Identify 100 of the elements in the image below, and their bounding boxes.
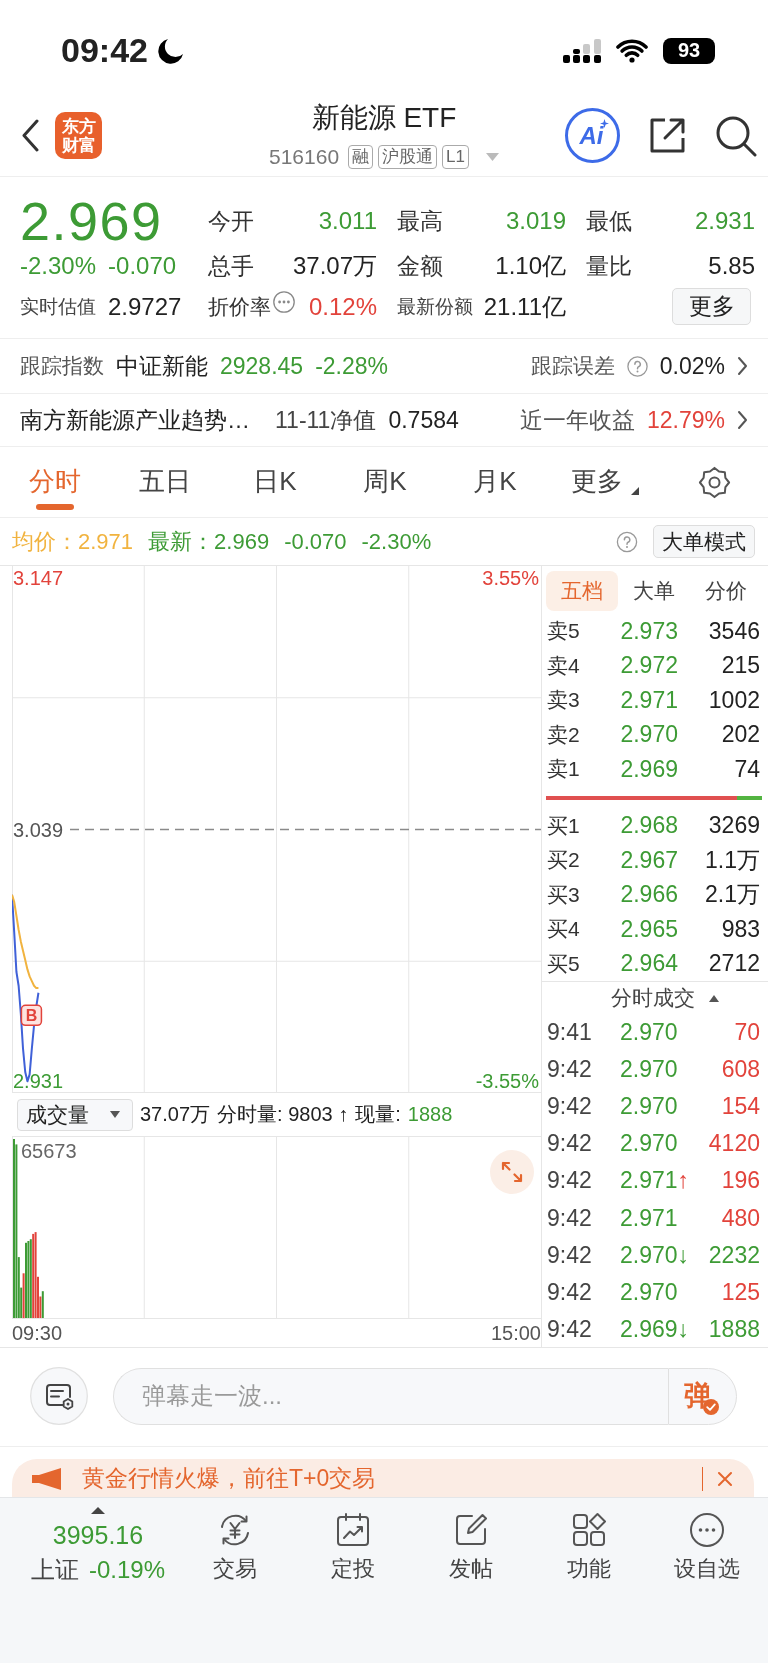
stat-label: 今开 <box>208 206 254 236</box>
chart-tab[interactable]: 日K <box>220 447 330 517</box>
tracking-error-value: 0.02% <box>659 352 725 380</box>
interval-volume: 分时量: 9803 ↑ <box>217 1102 349 1127</box>
fund-name: 南方新能源产业趋势… <box>20 405 250 435</box>
trade-arrow: ↓ <box>677 1241 690 1269</box>
trade-time: 9:42 <box>547 1315 593 1343</box>
more-button[interactable]: 更多 <box>672 288 751 325</box>
grid-icon <box>571 1512 607 1548</box>
ellipsis-circle-icon[interactable] <box>273 290 295 313</box>
order-price: 2.973 <box>619 617 678 645</box>
order-price: 2.964 <box>619 950 678 978</box>
dropdown-triangle-icon <box>631 487 639 495</box>
help-icon[interactable] <box>626 355 648 377</box>
trade-time: 9:42 <box>547 1167 593 1195</box>
chart-tab[interactable]: 月K <box>440 447 550 517</box>
order-level-label: 卖1 <box>547 756 581 783</box>
latest-price-legend: 最新：2.969 <box>148 526 270 557</box>
chart-tab[interactable]: 五日 <box>110 447 220 517</box>
chart-tab[interactable]: 周K <box>330 447 440 517</box>
settings-icon[interactable] <box>698 465 731 499</box>
ai-button[interactable]: Ai <box>565 108 620 163</box>
tracking-index-name: 中证新能 <box>116 351 208 381</box>
order-price: 2.971 <box>619 686 678 714</box>
trades-title: 分时成交 <box>611 985 695 1011</box>
order-volume: 3269 <box>707 812 760 840</box>
order-level-label: 买1 <box>547 812 581 839</box>
app-logo: 东方财富 <box>55 112 102 159</box>
wifi-icon <box>616 38 648 63</box>
trade-price: 2.971 <box>620 1167 678 1195</box>
order-volume: 74 <box>733 755 760 783</box>
latest-change: -0.070 <box>284 528 347 555</box>
nav-label: 发帖 <box>449 1555 493 1583</box>
trade-volume: 608 <box>720 1056 760 1084</box>
document-gear-icon[interactable] <box>30 1367 88 1425</box>
trade-volume: 196 <box>720 1167 760 1195</box>
nav-label: 交易 <box>213 1555 257 1583</box>
chevron-right-icon[interactable] <box>737 356 748 376</box>
nav-item[interactable]: 功能 <box>530 1498 648 1584</box>
order-book-tab[interactable]: 大单 <box>618 571 690 611</box>
order-price: 2.967 <box>619 846 678 874</box>
search-icon[interactable] <box>715 114 757 157</box>
triangle-up-icon[interactable] <box>709 994 719 1002</box>
sparkle-icon <box>600 119 609 128</box>
nav-label: 定投 <box>331 1555 375 1583</box>
nav-item[interactable]: 发帖 <box>412 1498 530 1584</box>
calendar-chart-icon <box>335 1512 371 1548</box>
trade-volume: 1888 <box>707 1315 760 1343</box>
order-level-label: 买5 <box>547 950 581 977</box>
comment-input[interactable]: 弹幕走一波... <box>113 1367 668 1425</box>
close-icon[interactable] <box>702 1467 732 1491</box>
estimate-label: 实时估值 <box>20 294 96 319</box>
stat-value: 3.011 <box>318 207 377 235</box>
index-name: 上证 <box>30 1555 79 1585</box>
order-volume: 2712 <box>707 950 760 978</box>
stat-value: 1.10亿 <box>495 251 566 281</box>
order-book-tab[interactable]: 分价 <box>690 571 762 611</box>
percent-axis-label: -3.55% <box>475 1070 539 1093</box>
order-volume: 3546 <box>707 617 760 645</box>
nav-item[interactable]: 定投 <box>294 1498 412 1584</box>
stock-code: 516160 <box>269 145 340 169</box>
order-level-label: 卖5 <box>547 618 581 645</box>
price-change-percent: -2.30% <box>20 252 97 280</box>
price-axis-label: 3.147 <box>13 566 64 589</box>
current-volume-label: 现量: <box>355 1102 401 1127</box>
help-icon[interactable] <box>616 530 638 553</box>
trade-price: 2.970 <box>620 1056 678 1084</box>
order-price: 2.968 <box>619 812 678 840</box>
dropdown-triangle-icon <box>110 1111 120 1118</box>
status-time: 09:42 <box>61 31 148 70</box>
triangle-up-icon[interactable] <box>91 1507 105 1514</box>
chevron-right-icon[interactable] <box>737 410 748 430</box>
stat-label: 金额 <box>397 251 443 281</box>
order-price: 2.969 <box>619 755 678 783</box>
market-tag: 沪股通 <box>378 145 438 169</box>
latest-change-percent: -2.30% <box>361 528 432 555</box>
percent-axis-label: 3.55% <box>482 566 539 589</box>
nav-label: 11-11净值 <box>275 405 377 435</box>
nav-item[interactable]: 设自选 <box>648 1498 766 1584</box>
nav-item[interactable]: 交易 <box>176 1498 294 1584</box>
chart-tab[interactable]: 更多 <box>550 447 660 517</box>
battery-indicator: 93 <box>663 37 715 64</box>
indicator-dropdown[interactable]: 成交量 <box>17 1098 133 1131</box>
trade-arrow: ↓ <box>677 1315 690 1343</box>
price-axis-label: 3.039 <box>13 818 64 841</box>
order-level-label: 卖4 <box>547 652 581 679</box>
trade-price: 2.970 <box>620 1093 678 1121</box>
return-value: 12.79% <box>647 406 725 434</box>
time-axis-label: 09:30 <box>12 1321 63 1345</box>
big-order-mode-button[interactable]: 大单模式 <box>653 525 755 558</box>
market-tag: L1 <box>442 145 469 169</box>
tracking-error-label: 跟踪误差 <box>530 353 615 379</box>
trade-volume: 154 <box>720 1093 760 1121</box>
trade-time: 9:42 <box>547 1204 593 1232</box>
trade-price: 2.970 <box>620 1241 678 1269</box>
order-volume: 983 <box>720 915 760 943</box>
volume-axis-label: 65673 <box>21 1140 77 1162</box>
expand-icon[interactable] <box>490 1150 534 1194</box>
back-icon[interactable] <box>21 119 39 152</box>
index-value: 3995.16 <box>52 1520 144 1550</box>
